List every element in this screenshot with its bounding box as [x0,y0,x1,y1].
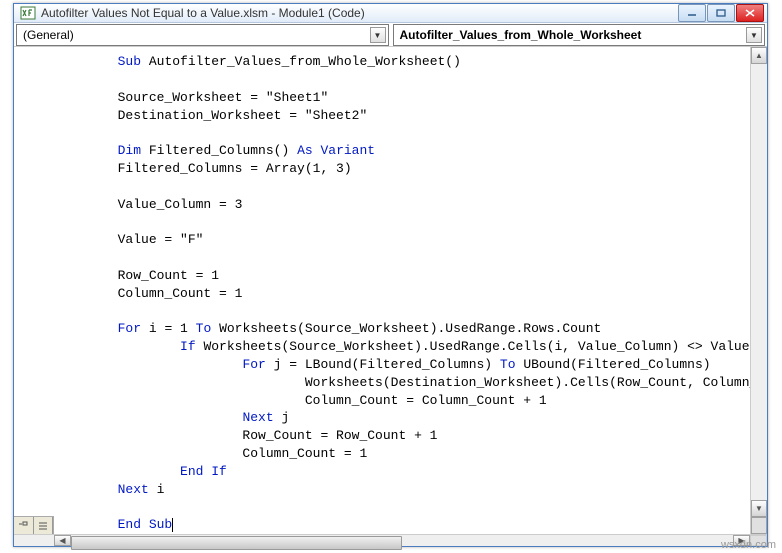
object-dropdown-value: (General) [23,28,74,42]
scroll-track[interactable] [71,535,733,546]
window-title: Autofilter Values Not Equal to a Value.x… [41,6,678,20]
scroll-spacer [14,535,54,546]
watermark: wsxdn.com [721,539,776,551]
scroll-up-button[interactable]: ▲ [751,47,767,64]
scroll-splitter[interactable] [751,517,767,534]
chevron-down-icon[interactable]: ▼ [746,27,762,43]
procedure-dropdown-value: Autofilter_Values_from_Whole_Worksheet [400,28,642,42]
view-toggle [14,516,54,534]
object-dropdown[interactable]: (General) ▼ [16,24,389,46]
scroll-left-button[interactable]: ◀ [54,535,71,546]
code-content[interactable]: Sub Autofilter_Values_from_Whole_Workshe… [14,53,750,534]
close-button[interactable] [736,4,764,22]
chevron-down-icon[interactable]: ▼ [370,27,386,43]
minimize-button[interactable] [678,4,706,22]
full-module-view-button[interactable] [34,517,54,534]
object-procedure-row: (General) ▼ Autofilter_Values_from_Whole… [14,23,767,47]
procedure-dropdown[interactable]: Autofilter_Values_from_Whole_Worksheet ▼ [393,24,766,46]
vertical-scrollbar[interactable]: ▲ ▼ [750,47,767,534]
vba-module-icon [20,5,36,21]
scroll-thumb[interactable] [71,536,402,550]
procedure-view-button[interactable] [14,517,34,534]
code-area-wrap: Sub Autofilter_Values_from_Whole_Workshe… [14,47,767,534]
horizontal-scrollbar[interactable]: ◀ ▶ [14,534,767,546]
window-controls [678,4,764,22]
maximize-button[interactable] [707,4,735,22]
code-editor[interactable]: Sub Autofilter_Values_from_Whole_Workshe… [14,47,750,534]
scroll-down-button[interactable]: ▼ [751,500,767,517]
code-window: Autofilter Values Not Equal to a Value.x… [13,3,768,547]
title-bar[interactable]: Autofilter Values Not Equal to a Value.x… [14,4,767,23]
